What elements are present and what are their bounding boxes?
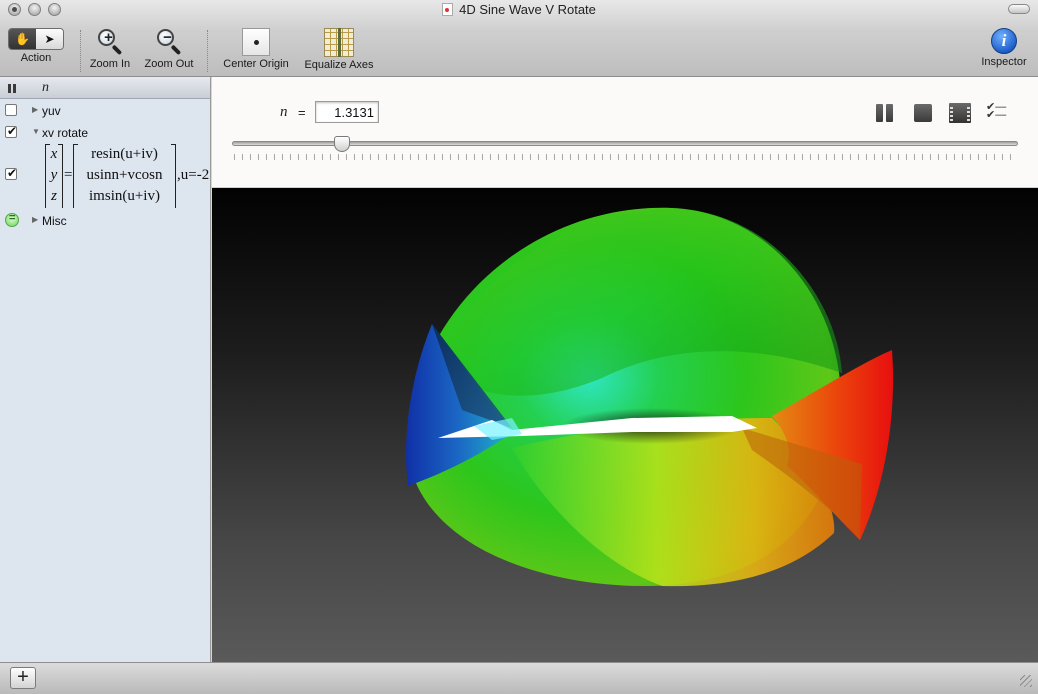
equation-cell: imsin(u+iv): [89, 188, 160, 204]
disclosure-triangle-icon[interactable]: ▶: [32, 105, 38, 114]
info-icon: i: [991, 28, 1017, 54]
equation-cell: resin(u+iv): [91, 146, 158, 162]
resize-grip-icon[interactable]: [1020, 675, 1032, 687]
toolbar-separator: [80, 30, 81, 72]
slider-ticks: [234, 154, 1016, 160]
parametric-equation[interactable]: x y z = resin(u+iv) usinn+vcosn imsin(u+…: [43, 144, 211, 208]
equalize-axes-label: Equalize Axes: [304, 59, 374, 71]
sidebar-header: n: [0, 77, 210, 99]
toolbar-separator: [207, 30, 208, 72]
pause-icon[interactable]: [874, 103, 896, 123]
document-icon: [442, 3, 454, 16]
checkbox-xv-rotate[interactable]: [5, 124, 17, 138]
zoom-out-button[interactable]: − Zoom Out: [140, 28, 198, 70]
window-title: 4D Sine Wave V Rotate: [0, 2, 1038, 17]
zoom-in-label: Zoom In: [89, 58, 131, 70]
checkbox-yuv[interactable]: [5, 104, 17, 116]
add-equation-button[interactable]: +: [10, 667, 36, 689]
3d-graph-view[interactable]: [212, 188, 1038, 662]
film-icon[interactable]: [949, 103, 971, 123]
disclosure-triangle-icon[interactable]: ▶: [32, 215, 38, 224]
equalize-axes-button[interactable]: Equalize Axes: [298, 28, 380, 71]
sidebar-item-label: Misc: [42, 214, 67, 228]
sidebar-item-label: yuv: [42, 104, 61, 118]
equation-sidebar: n ▶ yuv ▼ xv rotate x y z = resin(u+iv) …: [0, 77, 211, 662]
slider-thumb[interactable]: [334, 136, 351, 152]
equation-cell: x: [50, 146, 58, 162]
hand-tool-icon[interactable]: ✋: [9, 29, 36, 49]
sidebar-header-variable: n: [42, 80, 49, 95]
zoom-in-icon: +: [96, 28, 124, 56]
toolbar-toggle-button[interactable]: [1008, 4, 1030, 14]
sidebar-item-xv-rotate[interactable]: ▼ xv rotate: [0, 124, 211, 141]
center-origin-icon: [242, 28, 270, 56]
equation-right-vector: resin(u+iv) usinn+vcosn imsin(u+iv): [73, 144, 176, 208]
bottom-bar: +: [0, 662, 1038, 694]
action-segmented-control[interactable]: ✋ ➤: [8, 28, 64, 50]
equation-cell: y: [50, 167, 58, 183]
disclosure-triangle-icon[interactable]: ▼: [32, 127, 40, 136]
sidebar-item-yuv[interactable]: ▶ yuv: [0, 103, 211, 119]
zoom-in-button[interactable]: + Zoom In: [84, 28, 136, 70]
action-tool[interactable]: ✋ ➤ Action: [6, 28, 66, 64]
zoom-out-icon: −: [155, 28, 183, 56]
center-origin-label: Center Origin: [223, 58, 289, 70]
equation-cell: usinn+vcosn: [86, 167, 163, 183]
slider-equals: =: [298, 105, 306, 120]
sidebar-item-label: xv rotate: [42, 126, 89, 140]
action-label: Action: [20, 52, 52, 64]
surface-plot[interactable]: [212, 188, 1038, 662]
variable-value-field[interactable]: [315, 101, 379, 123]
inspector-button[interactable]: i Inspector: [976, 28, 1032, 68]
inspector-label: Inspector: [981, 56, 1027, 68]
arrow-pointer-icon[interactable]: ➤: [36, 29, 63, 49]
window-title-text: 4D Sine Wave V Rotate: [459, 2, 596, 17]
equalize-axes-icon: [324, 28, 354, 57]
checkbox-equation[interactable]: [5, 166, 17, 180]
checklist-icon[interactable]: ✔— ✔—: [986, 102, 1016, 123]
sidebar-item-misc[interactable]: ▶ Misc: [0, 212, 211, 229]
equation-domain: ,u=-2: [177, 167, 210, 183]
zoom-out-label: Zoom Out: [144, 58, 194, 70]
equation-cell: z: [51, 188, 57, 204]
center-origin-button[interactable]: Center Origin: [216, 28, 296, 70]
equation-equals: =: [64, 167, 73, 183]
misc-status-icon[interactable]: [5, 212, 19, 227]
stop-icon[interactable]: [912, 103, 934, 123]
pause-icon[interactable]: [8, 84, 16, 93]
plus-icon: +: [17, 666, 29, 688]
slider-variable-label: n: [280, 104, 288, 120]
grapher-window: 4D Sine Wave V Rotate ✋ ➤ Action + Zoom …: [0, 0, 1038, 694]
title-toolbar: 4D Sine Wave V Rotate ✋ ➤ Action + Zoom …: [0, 0, 1038, 77]
equation-left-vector: x y z: [45, 144, 63, 208]
animation-controls: n = ✔—✔—: [212, 77, 1038, 188]
